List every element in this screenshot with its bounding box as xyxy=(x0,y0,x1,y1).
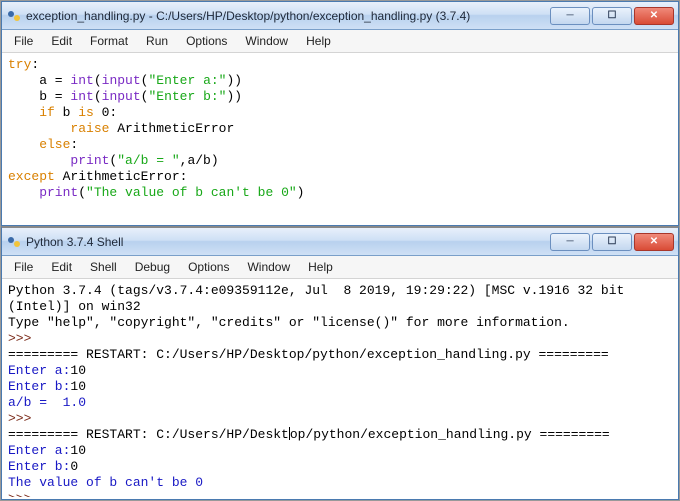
maximize-button[interactable]: ☐ xyxy=(592,233,632,251)
restart-line: ========= RESTART: C:/Users/HP/Deskt xyxy=(8,427,289,442)
shell-window: Python 3.7.4 Shell ─ ☐ ✕ File Edit Shell… xyxy=(1,226,679,500)
shell-prompt: >>> xyxy=(8,331,31,346)
maximize-button[interactable]: ☐ xyxy=(592,7,632,25)
output-line: Enter a: xyxy=(8,363,70,378)
menu-edit[interactable]: Edit xyxy=(43,32,80,50)
banner-line: Type "help", "copyright", "credits" or "… xyxy=(8,315,570,330)
banner-line: Python 3.7.4 (tags/v3.7.4:e09359112e, Ju… xyxy=(8,283,624,298)
shell-window-controls: ─ ☐ ✕ xyxy=(548,233,674,251)
python-icon xyxy=(6,234,22,250)
shell-menubar: File Edit Shell Debug Options Window Hel… xyxy=(2,256,678,279)
menu-format[interactable]: Format xyxy=(82,32,136,50)
text-cursor xyxy=(289,427,290,440)
menu-run[interactable]: Run xyxy=(138,32,176,50)
menu-edit[interactable]: Edit xyxy=(43,258,80,276)
minimize-button[interactable]: ─ xyxy=(550,7,590,25)
menu-debug[interactable]: Debug xyxy=(127,258,178,276)
close-button[interactable]: ✕ xyxy=(634,233,674,251)
shell-titlebar[interactable]: Python 3.7.4 Shell ─ ☐ ✕ xyxy=(2,228,678,256)
menu-file[interactable]: File xyxy=(6,258,41,276)
python-icon xyxy=(6,8,22,24)
close-button[interactable]: ✕ xyxy=(634,7,674,25)
editor-window-controls: ─ ☐ ✕ xyxy=(548,7,674,25)
menu-shell[interactable]: Shell xyxy=(82,258,125,276)
menu-window[interactable]: Window xyxy=(237,32,296,50)
menu-file[interactable]: File xyxy=(6,32,41,50)
shell-prompt: >>> xyxy=(8,411,31,426)
output-line: The value of b can't be 0 xyxy=(8,475,203,490)
banner-line: (Intel)] on win32 xyxy=(8,299,141,314)
menu-options[interactable]: Options xyxy=(180,258,237,276)
menu-help[interactable]: Help xyxy=(300,258,341,276)
editor-code-area[interactable]: try: a = int(input("Enter a:")) b = int(… xyxy=(2,53,678,221)
editor-titlebar[interactable]: exception_handling.py - C:/Users/HP/Desk… xyxy=(2,2,678,30)
menu-window[interactable]: Window xyxy=(239,258,298,276)
output-line: Enter a: xyxy=(8,443,70,458)
shell-title: Python 3.7.4 Shell xyxy=(26,235,548,249)
output-line: a/b = 1.0 xyxy=(8,395,86,410)
restart-line: ========= RESTART: C:/Users/HP/Desktop/p… xyxy=(8,347,609,362)
editor-menubar: File Edit Format Run Options Window Help xyxy=(2,30,678,53)
editor-window: exception_handling.py - C:/Users/HP/Desk… xyxy=(1,1,679,226)
menu-options[interactable]: Options xyxy=(178,32,235,50)
output-line: Enter b: xyxy=(8,379,70,394)
minimize-button[interactable]: ─ xyxy=(550,233,590,251)
output-line: Enter b: xyxy=(8,459,70,474)
shell-prompt: >>> xyxy=(8,491,31,497)
kw-try: try xyxy=(8,57,31,72)
menu-help[interactable]: Help xyxy=(298,32,339,50)
editor-title: exception_handling.py - C:/Users/HP/Desk… xyxy=(26,9,548,23)
shell-output-area[interactable]: Python 3.7.4 (tags/v3.7.4:e09359112e, Ju… xyxy=(2,279,678,497)
